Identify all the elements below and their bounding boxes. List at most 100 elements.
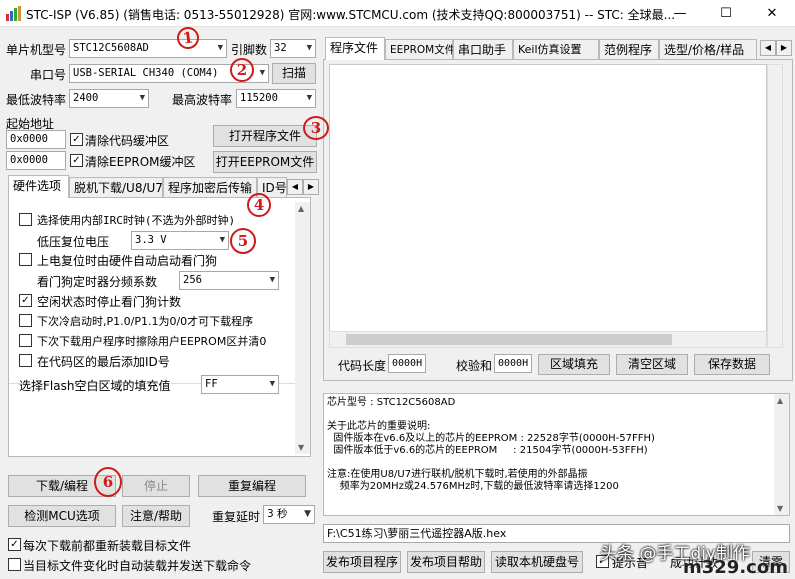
- publish-help-button[interactable]: 发布项目帮助: [407, 551, 485, 573]
- wdt-checkbox[interactable]: [19, 253, 32, 266]
- p10-label: 下次冷启动时,P1.0/P1.1为0/0才可下载程序: [37, 315, 254, 328]
- chevron-down-icon: ▼: [306, 43, 312, 53]
- save-data-button[interactable]: 保存数据: [694, 354, 770, 375]
- tab-scroll-left[interactable]: ◀: [760, 40, 776, 56]
- help-button[interactable]: 注意/帮助: [122, 505, 190, 527]
- idle-checkbox[interactable]: ✓: [19, 294, 32, 307]
- tab-scroll-right[interactable]: ▶: [303, 179, 319, 195]
- p10-checkbox[interactable]: [19, 314, 32, 327]
- chevron-down-icon: ▼: [219, 235, 225, 245]
- hex-h-scrollbar[interactable]: [329, 331, 767, 348]
- clear-code-label: 清除代码缓冲区: [85, 134, 170, 148]
- eeprom-erase-checkbox[interactable]: [19, 334, 32, 347]
- repeat-delay-label: 重复延时: [212, 510, 261, 524]
- stop-button[interactable]: 停止: [122, 475, 190, 497]
- scan-button[interactable]: 扫描: [272, 63, 316, 84]
- code-length-label: 代码长度: [338, 359, 387, 373]
- tab-selection-price[interactable]: 选型/价格/样品: [659, 39, 757, 60]
- close-button[interactable]: ✕: [749, 0, 795, 27]
- tab-serial-assistant[interactable]: 串口助手: [453, 39, 513, 60]
- open-eeprom-button[interactable]: 打开EEPROM文件: [213, 151, 317, 173]
- chevron-down-icon: ▼: [259, 68, 265, 78]
- fill-value-select[interactable]: FF ▼: [201, 375, 279, 394]
- code-address-input[interactable]: 0x0000: [6, 130, 66, 149]
- mcu-value: STC12C5608AD: [73, 42, 149, 54]
- fill-value-label: 选择Flash空白区域的填充值: [19, 379, 171, 393]
- clear-eeprom-label: 清除EEPROM缓冲区: [85, 155, 196, 169]
- repeat-delay-select[interactable]: 3 秒 ▼: [263, 505, 315, 524]
- publish-project-button[interactable]: 发布项目程序: [323, 551, 401, 573]
- info-line: 频率为20MHz或24.576MHz时,下载的最低波特率请选择1200: [327, 481, 619, 492]
- hex-view[interactable]: [329, 64, 767, 348]
- clear-code-checkbox[interactable]: ✓: [70, 133, 83, 146]
- chip-info-box: 芯片型号 : STC12C5608AD 关于此芯片的重要说明: 固件版本在v6.…: [323, 393, 790, 516]
- chevron-down-icon: ▼: [269, 379, 275, 389]
- annotation-5: 5: [230, 228, 256, 254]
- pins-select[interactable]: 32 ▼: [270, 39, 316, 58]
- irc-label: 选择使用内部IRC时钟(不选为外部时钟): [37, 214, 236, 227]
- max-baud-select[interactable]: 115200 ▼: [236, 89, 316, 108]
- reprogram-button[interactable]: 重复编程: [198, 475, 306, 497]
- info-line: [327, 409, 771, 421]
- tab-keil-settings[interactable]: Keil仿真设置: [513, 39, 599, 60]
- tab-offline[interactable]: 脱机下载/U8/U7: [69, 177, 163, 198]
- min-baud-select[interactable]: 2400 ▼: [69, 89, 149, 108]
- options-scrollbar[interactable]: ▲ ▼: [295, 202, 310, 454]
- fill-region-button[interactable]: 区域填充: [538, 354, 610, 375]
- scroll-down-icon: ▼: [777, 504, 784, 513]
- checksum-value: 0000H: [494, 354, 532, 373]
- scroll-up-icon: ▲: [298, 204, 305, 213]
- tab-encrypt[interactable]: 程序加密后传输: [163, 177, 257, 198]
- chevron-down-icon: ▼: [139, 93, 145, 103]
- hex-v-scrollbar[interactable]: [767, 64, 783, 348]
- port-value: USB-SERIAL CH340 (COM4): [73, 67, 219, 79]
- mcu-select[interactable]: STC12C5608AD ▼: [69, 39, 227, 58]
- chevron-down-icon: ▼: [217, 43, 223, 53]
- auto-reload-checkbox[interactable]: [8, 558, 21, 571]
- eeprom-address-input[interactable]: 0x0000: [6, 151, 66, 170]
- open-program-button[interactable]: 打开程序文件: [213, 125, 317, 147]
- checksum-label: 校验和: [456, 359, 493, 373]
- lvr-label: 低压复位电压: [37, 235, 110, 249]
- tab-scroll-left[interactable]: ◀: [287, 179, 303, 195]
- info-scrollbar[interactable]: ▲ ▼: [774, 394, 789, 515]
- wdt-div-select[interactable]: 256 ▼: [179, 271, 279, 290]
- fill-value: FF: [205, 378, 218, 390]
- hex-h-thumb[interactable]: [346, 334, 672, 345]
- info-line: 芯片型号 : STC12C5608AD: [327, 397, 456, 408]
- id-number-checkbox[interactable]: [19, 354, 32, 367]
- info-line: 固件版本在v6.6及以上的芯片的EEPROM : 22528字节(0000H-5…: [327, 433, 655, 444]
- info-line: [327, 457, 771, 469]
- chevron-down-icon: ▼: [306, 93, 312, 103]
- irc-checkbox[interactable]: [19, 213, 32, 226]
- app-icon: [6, 6, 21, 21]
- min-baud-label: 最低波特率: [6, 93, 67, 107]
- wdt-label: 上电复位时由硬件自动启动看门狗: [37, 254, 218, 268]
- annotation-4: 4: [247, 193, 271, 217]
- scroll-up-icon: ▲: [777, 396, 784, 405]
- options-list: 选择使用内部IRC时钟(不选为外部时钟) 低压复位电压 3.3 V ▼ 上电复位时…: [9, 202, 295, 384]
- tab-examples[interactable]: 范例程序: [599, 39, 659, 60]
- tab-eeprom-file[interactable]: EEPROM文件: [385, 39, 455, 60]
- tab-hardware[interactable]: 硬件选项: [8, 175, 69, 198]
- eeprom-erase-label: 下次下载用户程序时擦除用户EEPROM区并清0: [37, 335, 267, 348]
- tab-program-file[interactable]: 程序文件: [325, 37, 385, 60]
- minimize-button[interactable]: —: [657, 0, 703, 27]
- title-bar: STC-ISP (V6.85) (销售电话: 0513-55012928) 官网…: [0, 0, 795, 27]
- window-title: STC-ISP (V6.85) (销售电话: 0513-55012928) 官网…: [26, 8, 676, 22]
- read-disk-serial-button[interactable]: 读取本机硬盘号: [491, 551, 583, 573]
- chevron-down-icon: ▼: [304, 509, 311, 519]
- tab-scroll-right[interactable]: ▶: [776, 40, 792, 56]
- wdt-div-value: 256: [183, 274, 202, 286]
- min-baud-value: 2400: [73, 92, 99, 104]
- clear-eeprom-checkbox[interactable]: ✓: [70, 154, 83, 167]
- lvr-select[interactable]: 3.3 V ▼: [131, 231, 229, 250]
- pins-label: 引脚数: [231, 43, 268, 57]
- clear-region-button[interactable]: 清空区域: [616, 354, 688, 375]
- code-length-value: 0000H: [388, 354, 426, 373]
- annotation-2: 2: [230, 58, 254, 82]
- reload-each-checkbox[interactable]: ✓: [8, 538, 21, 551]
- id-number-label: 在代码区的最后添加ID号: [37, 355, 170, 369]
- detect-mcu-button[interactable]: 检测MCU选项: [8, 505, 116, 527]
- maximize-button[interactable]: ☐: [703, 0, 749, 27]
